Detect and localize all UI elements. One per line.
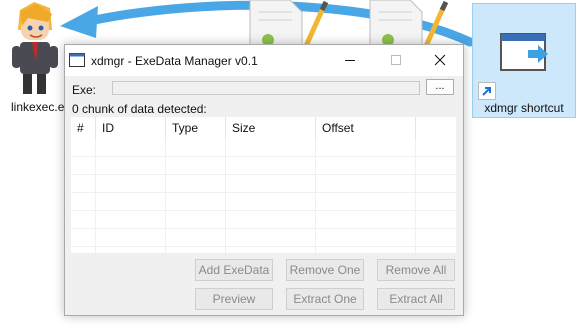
desktop-icon-xdmgr-shortcut[interactable]: xdmgr shortcut	[472, 3, 576, 118]
exe-label: Exe:	[72, 83, 97, 97]
empty-row	[71, 211, 456, 229]
desktop-icon-linkexec[interactable]: linkexec.e	[2, 0, 72, 120]
column-header-offset[interactable]: Offset	[316, 117, 416, 139]
desktop-icon-label: linkexec.e	[11, 100, 65, 114]
chunk-status-text: 0 chunk of data detected:	[72, 102, 207, 116]
cartoon-character-icon	[12, 2, 58, 94]
maximize-button	[379, 45, 413, 76]
extract-one-button[interactable]: Extract One	[286, 288, 364, 310]
title-bar[interactable]: xdmgr - ExeData Manager v0.1	[65, 45, 463, 76]
browse-button[interactable]: ...	[426, 79, 454, 95]
column-header-id[interactable]: ID	[96, 117, 166, 139]
document-pencil-icon	[249, 0, 329, 50]
empty-row	[71, 175, 456, 193]
remove-one-button[interactable]: Remove One	[286, 259, 364, 281]
preview-button[interactable]: Preview	[195, 288, 273, 310]
window-shortcut-icon	[500, 33, 548, 71]
column-header-size[interactable]: Size	[226, 117, 316, 139]
column-header-type[interactable]: Type	[166, 117, 226, 139]
empty-row	[71, 157, 456, 175]
shortcut-overlay-icon	[478, 82, 496, 100]
exe-path-field[interactable]	[112, 81, 420, 95]
column-header-index[interactable]: #	[71, 117, 96, 139]
list-header: # ID Type Size Offset	[71, 117, 456, 139]
minimize-icon	[345, 60, 355, 61]
extract-all-button[interactable]: Extract All	[377, 288, 455, 310]
app-window-icon	[69, 53, 85, 67]
empty-row	[71, 193, 456, 211]
close-button[interactable]	[423, 45, 457, 76]
empty-row	[71, 229, 456, 247]
minimize-button[interactable]	[333, 45, 367, 76]
desktop-icon-label: xdmgr shortcut	[484, 101, 564, 115]
maximize-icon	[391, 55, 401, 65]
chunk-list-view[interactable]: # ID Type Size Offset	[71, 117, 456, 253]
empty-row	[71, 139, 456, 157]
remove-all-button[interactable]: Remove All	[377, 259, 455, 281]
close-icon	[434, 54, 446, 66]
app-window: xdmgr - ExeData Manager v0.1 Exe: ... 0 …	[64, 44, 464, 316]
window-title: xdmgr - ExeData Manager v0.1	[91, 54, 258, 68]
add-exedata-button[interactable]: Add ExeData	[195, 259, 273, 281]
document-pencil-icon	[369, 0, 449, 50]
